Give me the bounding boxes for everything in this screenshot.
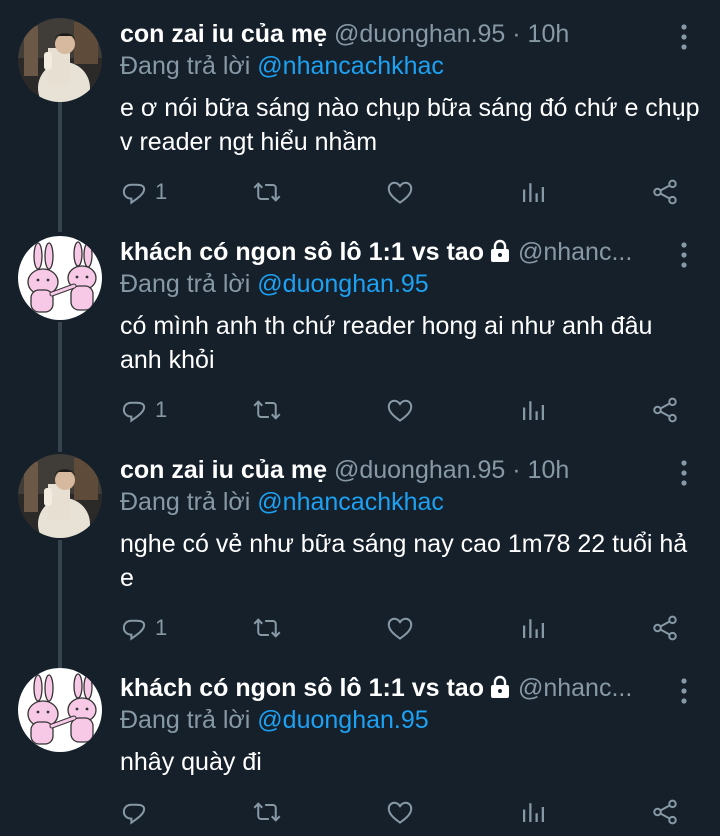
tweet-header: con zai iu của mẹ @duonghan.95 · 10h: [120, 454, 670, 486]
reply-icon: [119, 613, 149, 643]
like-button[interactable]: [385, 172, 415, 212]
reply-icon: [119, 177, 149, 207]
tweet[interactable]: khách có ngon sô lô 1:1 vs tao @nhanc... …: [0, 654, 720, 836]
reply-button[interactable]: [119, 792, 155, 832]
share-icon: [650, 613, 680, 643]
lock-icon: [488, 675, 512, 707]
more-icon[interactable]: [676, 458, 692, 488]
share-button[interactable]: [650, 792, 680, 832]
tweet-text: nghe có vẻ như bữa sáng nay cao 1m78 22 …: [120, 530, 688, 592]
retweet-icon: [252, 395, 282, 425]
replying-to: Đang trả lời @nhancachkhac: [120, 50, 444, 82]
action-bar: 1: [0, 172, 720, 212]
avatar[interactable]: [18, 18, 102, 102]
more-icon[interactable]: [676, 240, 692, 270]
display-name[interactable]: con zai iu của mẹ: [120, 20, 327, 48]
reply-mention[interactable]: @duonghan.95: [257, 270, 428, 298]
analytics-button[interactable]: [518, 608, 548, 648]
analytics-button[interactable]: [518, 390, 548, 430]
reply-button[interactable]: 1: [119, 608, 167, 648]
avatar[interactable]: [18, 668, 102, 752]
analytics-button[interactable]: [518, 792, 548, 832]
replying-to: Đang trả lời @duonghan.95: [120, 268, 429, 300]
tweet-header: khách có ngon sô lô 1:1 vs tao @nhanc...: [120, 236, 670, 271]
tweet[interactable]: khách có ngon sô lô 1:1 vs tao @nhanc... …: [0, 218, 720, 436]
replying-to: Đang trả lời @duonghan.95: [120, 704, 429, 736]
retweet-icon: [252, 613, 282, 643]
reply-label: Đang trả lời: [120, 488, 251, 516]
like-button[interactable]: [385, 792, 415, 832]
reply-label: Đang trả lời: [120, 52, 251, 80]
more-icon[interactable]: [676, 22, 692, 52]
analytics-button[interactable]: [518, 172, 548, 212]
handle-and-time[interactable]: @nhanc...: [518, 674, 632, 702]
analytics-icon: [518, 395, 548, 425]
tweet-header: khách có ngon sô lô 1:1 vs tao @nhanc...: [120, 672, 670, 707]
reply-button[interactable]: 1: [119, 172, 167, 212]
reply-button[interactable]: 1: [119, 390, 167, 430]
share-button[interactable]: [650, 172, 680, 212]
reply-mention[interactable]: @nhancachkhac: [257, 488, 444, 516]
retweet-button[interactable]: [252, 608, 282, 648]
tweet-text: e ơ nói bữa sáng nào chụp bữa sáng đó ch…: [120, 94, 700, 156]
handle-and-time[interactable]: @nhanc...: [518, 238, 632, 266]
handle-and-time[interactable]: @duonghan.95 · 10h: [334, 20, 569, 48]
share-button[interactable]: [650, 390, 680, 430]
reply-label: Đang trả lời: [120, 706, 251, 734]
share-icon: [650, 395, 680, 425]
analytics-icon: [518, 177, 548, 207]
like-icon: [385, 177, 415, 207]
share-icon: [650, 797, 680, 827]
reply-icon: [119, 797, 149, 827]
like-icon: [385, 797, 415, 827]
action-bar: 1: [0, 608, 720, 648]
like-button[interactable]: [385, 390, 415, 430]
tweet[interactable]: con zai iu của mẹ @duonghan.95 · 10h Đan…: [0, 0, 720, 218]
retweet-button[interactable]: [252, 792, 282, 832]
tweet-text: có mình anh th chứ reader hong ai như an…: [120, 312, 653, 374]
share-button[interactable]: [650, 608, 680, 648]
analytics-icon: [518, 613, 548, 643]
retweet-button[interactable]: [252, 390, 282, 430]
display-name[interactable]: khách có ngon sô lô 1:1 vs tao: [120, 674, 484, 702]
like-icon: [385, 395, 415, 425]
reply-mention[interactable]: @duonghan.95: [257, 706, 428, 734]
action-bar: 1: [0, 390, 720, 430]
handle-and-time[interactable]: @duonghan.95 · 10h: [334, 456, 569, 484]
display-name[interactable]: con zai iu của mẹ: [120, 456, 327, 484]
tweet-text: nhây quày đi: [120, 748, 262, 776]
analytics-icon: [518, 797, 548, 827]
like-icon: [385, 613, 415, 643]
like-button[interactable]: [385, 608, 415, 648]
reply-label: Đang trả lời: [120, 270, 251, 298]
tweet-header: con zai iu của mẹ @duonghan.95 · 10h: [120, 18, 670, 50]
tweet[interactable]: con zai iu của mẹ @duonghan.95 · 10h Đan…: [0, 436, 720, 654]
more-icon[interactable]: [676, 676, 692, 706]
share-icon: [650, 177, 680, 207]
lock-icon: [488, 239, 512, 271]
avatar[interactable]: [18, 236, 102, 320]
action-bar: [0, 792, 720, 832]
replying-to: Đang trả lời @nhancachkhac: [120, 486, 444, 518]
reply-icon: [119, 395, 149, 425]
reply-count: 1: [155, 179, 168, 204]
reply-mention[interactable]: @nhancachkhac: [257, 52, 444, 80]
retweet-icon: [252, 797, 282, 827]
display-name[interactable]: khách có ngon sô lô 1:1 vs tao: [120, 238, 484, 266]
reply-count: 1: [155, 615, 168, 640]
retweet-button[interactable]: [252, 172, 282, 212]
avatar[interactable]: [18, 454, 102, 538]
retweet-icon: [252, 177, 282, 207]
reply-count: 1: [155, 397, 168, 422]
